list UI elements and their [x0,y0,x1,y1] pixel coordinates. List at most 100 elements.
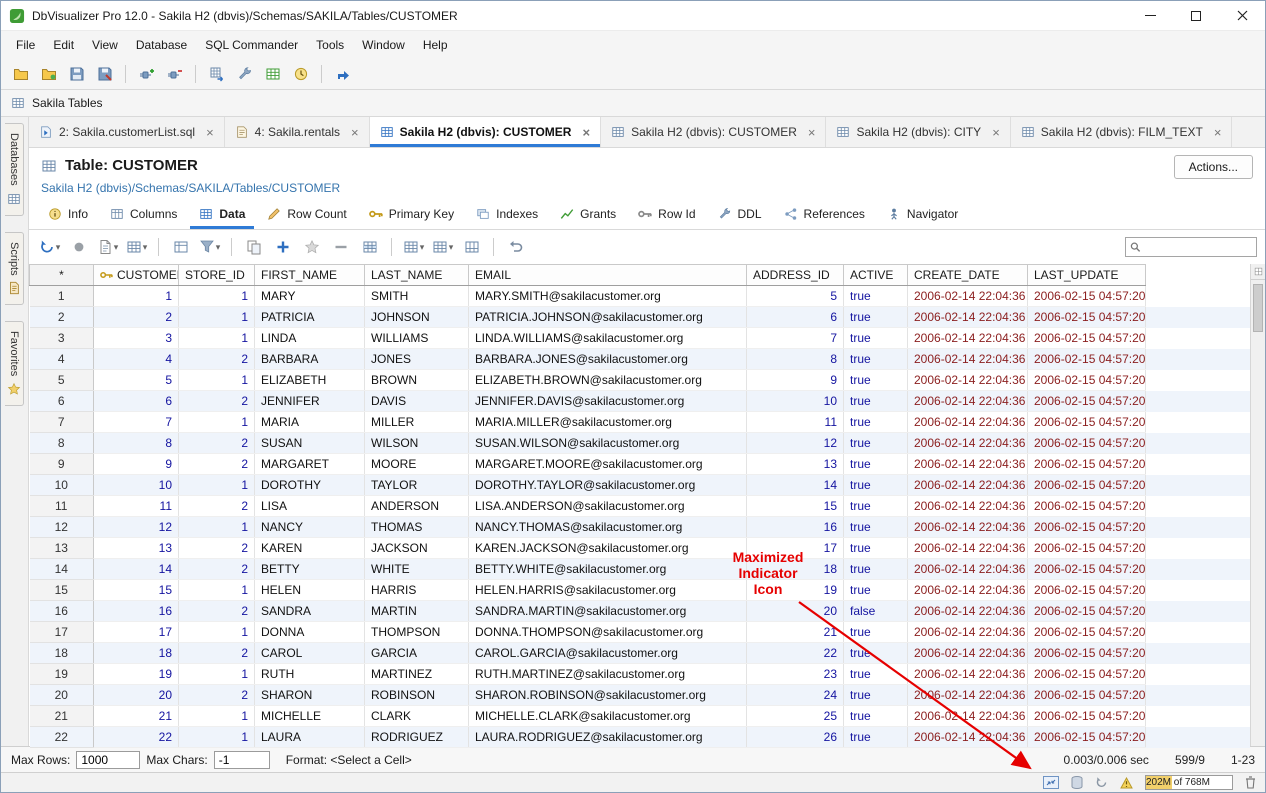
cell-last_name[interactable]: MILLER [365,412,469,433]
cell-first_name[interactable]: HELEN [255,580,365,601]
grid-window-button[interactable] [260,62,285,86]
maximize-button[interactable] [1173,1,1219,30]
cell-address_id[interactable]: 14 [747,475,844,496]
cell-address_id[interactable]: 22 [747,643,844,664]
row-number[interactable]: 13 [30,538,94,559]
cell-address_id[interactable]: 26 [747,727,844,748]
tab-grants[interactable]: Grants [549,199,627,229]
cell-last_name[interactable]: JONES [365,349,469,370]
cell-email[interactable]: BETTY.WHITE@sakilacustomer.org [469,559,747,580]
remove-connection-button[interactable] [162,62,187,86]
cell-store_id[interactable]: 2 [179,601,255,622]
cell-last_name[interactable]: GARCIA [365,643,469,664]
cell-active[interactable]: true [844,433,908,454]
monitor-button[interactable] [66,235,91,259]
tab-data[interactable]: Data [188,199,256,229]
cell-create_date[interactable]: 2006-02-14 22:04:36 [908,580,1028,601]
cell-active[interactable]: true [844,727,908,748]
cell-email[interactable]: SANDRA.MARTIN@sakilacustomer.org [469,601,747,622]
row-number[interactable]: 4 [30,349,94,370]
cell-active[interactable]: true [844,517,908,538]
cell-customer_id[interactable]: 15 [94,580,179,601]
column-header-email[interactable]: EMAIL [469,265,747,286]
cell-active[interactable]: true [844,454,908,475]
cell-first_name[interactable]: DOROTHY [255,475,365,496]
sidebar-item-favorites[interactable]: Favorites [5,321,24,406]
tab-customer-active[interactable]: Sakila H2 (dbvis): CUSTOMER × [370,117,601,147]
tab-row-id[interactable]: Row Id [627,199,706,229]
cell-first_name[interactable]: DONNA [255,622,365,643]
cell-email[interactable]: NANCY.THOMAS@sakilacustomer.org [469,517,747,538]
cell-last_name[interactable]: WILSON [365,433,469,454]
cell-active[interactable]: true [844,391,908,412]
delete-row-button[interactable] [328,235,353,259]
tab-sakila-rentals[interactable]: 4: Sakila.rentals × [225,117,370,147]
bookmark-row-button[interactable] [299,235,324,259]
cell-last_name[interactable]: CLARK [365,706,469,727]
menu-database[interactable]: Database [127,34,196,56]
cell-active[interactable]: true [844,286,908,307]
cell-create_date[interactable]: 2006-02-14 22:04:36 [908,727,1028,748]
cell-create_date[interactable]: 2006-02-14 22:04:36 [908,349,1028,370]
cell-last_name[interactable]: MARTIN [365,601,469,622]
cell-create_date[interactable]: 2006-02-14 22:04:36 [908,517,1028,538]
cell-email[interactable]: LAURA.RODRIGUEZ@sakilacustomer.org [469,727,747,748]
cell-first_name[interactable]: NANCY [255,517,365,538]
cell-active[interactable]: true [844,664,908,685]
gc-button[interactable] [1245,776,1256,789]
cell-customer_id[interactable]: 11 [94,496,179,517]
cell-email[interactable]: BARBARA.JONES@sakilacustomer.org [469,349,747,370]
close-icon[interactable]: × [206,125,214,140]
close-button[interactable] [1219,1,1265,30]
menu-window[interactable]: Window [353,34,414,56]
cell-last_name[interactable]: MARTINEZ [365,664,469,685]
cell-last_update[interactable]: 2006-02-15 04:57:20 [1028,412,1146,433]
save-button[interactable] [64,62,89,86]
cell-store_id[interactable]: 1 [179,706,255,727]
cell-last_update[interactable]: 2006-02-15 04:57:20 [1028,643,1146,664]
insert-row-button[interactable] [270,235,295,259]
cell-customer_id[interactable]: 9 [94,454,179,475]
cell-store_id[interactable]: 1 [179,370,255,391]
cell-address_id[interactable]: 12 [747,433,844,454]
cell-active[interactable]: true [844,496,908,517]
cell-email[interactable]: MARIA.MILLER@sakilacustomer.org [469,412,747,433]
cell-customer_id[interactable]: 2 [94,307,179,328]
cell-last_name[interactable]: SMITH [365,286,469,307]
menu-edit[interactable]: Edit [44,34,83,56]
sidebar-item-databases[interactable]: Databases [5,123,24,216]
cell-address_id[interactable]: 21 [747,622,844,643]
cell-create_date[interactable]: 2006-02-14 22:04:36 [908,706,1028,727]
maximized-indicator-button[interactable] [1043,776,1059,789]
cell-email[interactable]: LISA.ANDERSON@sakilacustomer.org [469,496,747,517]
row-number[interactable]: 2 [30,307,94,328]
cell-email[interactable]: LINDA.WILLIAMS@sakilacustomer.org [469,328,747,349]
cell-active[interactable]: false [844,601,908,622]
column-header-last_update[interactable]: LAST_UPDATE [1028,265,1146,286]
row-number[interactable]: 14 [30,559,94,580]
tools-properties-button[interactable] [232,62,257,86]
cell-active[interactable]: true [844,370,908,391]
row-number[interactable]: 16 [30,601,94,622]
cell-last_name[interactable]: MOORE [365,454,469,475]
column-header-address_id[interactable]: ADDRESS_ID [747,265,844,286]
cell-customer_id[interactable]: 4 [94,349,179,370]
row-number[interactable]: 22 [30,727,94,748]
cell-customer_id[interactable]: 12 [94,517,179,538]
close-icon[interactable]: × [808,125,816,140]
cell-last_update[interactable]: 2006-02-15 04:57:20 [1028,517,1146,538]
cell-email[interactable]: JENNIFER.DAVIS@sakilacustomer.org [469,391,747,412]
cell-store_id[interactable]: 1 [179,412,255,433]
max-chars-input[interactable] [214,751,270,769]
cell-email[interactable]: HELEN.HARRIS@sakilacustomer.org [469,580,747,601]
tab-row-count[interactable]: Row Count [256,199,357,229]
row-number[interactable]: 18 [30,643,94,664]
cell-store_id[interactable]: 2 [179,559,255,580]
tab-references[interactable]: References [773,199,876,229]
cell-address_id[interactable]: 25 [747,706,844,727]
tab-city[interactable]: Sakila H2 (dbvis): CITY × [826,117,1010,147]
cell-last_update[interactable]: 2006-02-15 04:57:20 [1028,391,1146,412]
cell-last_name[interactable]: ANDERSON [365,496,469,517]
cell-store_id[interactable]: 2 [179,454,255,475]
tab-navigator[interactable]: Navigator [876,199,969,229]
